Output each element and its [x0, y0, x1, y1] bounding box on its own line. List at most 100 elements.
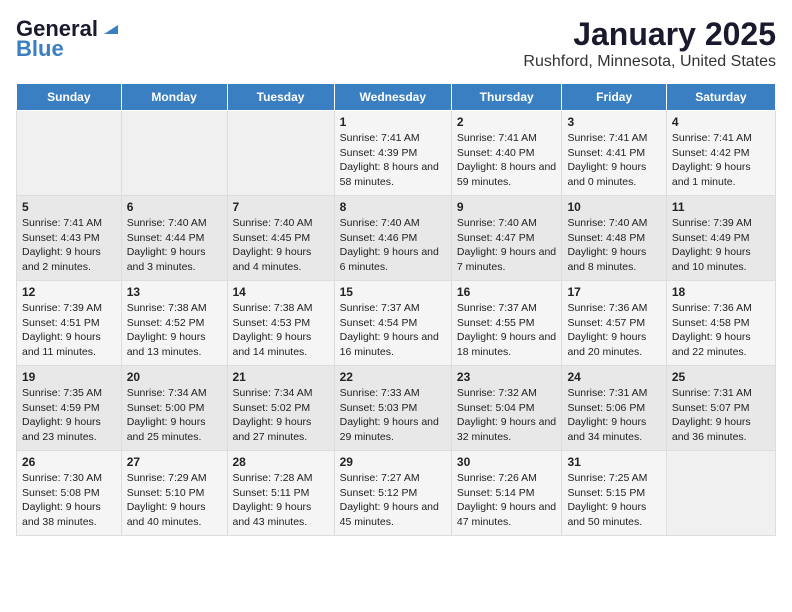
calendar-cell: 28 Sunrise: 7:28 AM Sunset: 5:11 PM Dayli… — [227, 451, 334, 536]
page-header: General Blue January 2025 Rushford, Minn… — [16, 16, 776, 71]
day-number: 20 — [127, 370, 222, 384]
day-info: Sunrise: 7:40 AM Sunset: 4:47 PM Dayligh… — [457, 216, 557, 275]
day-info: Sunrise: 7:39 AM Sunset: 4:49 PM Dayligh… — [672, 216, 770, 275]
day-info: Sunrise: 7:40 AM Sunset: 4:48 PM Dayligh… — [567, 216, 660, 275]
calendar-cell: 22 Sunrise: 7:33 AM Sunset: 5:03 PM Dayli… — [334, 366, 451, 451]
day-number: 9 — [457, 200, 557, 214]
calendar-cell: 18 Sunrise: 7:36 AM Sunset: 4:58 PM Dayli… — [666, 281, 775, 366]
calendar-cell: 24 Sunrise: 7:31 AM Sunset: 5:06 PM Dayli… — [562, 366, 666, 451]
day-info: Sunrise: 7:37 AM Sunset: 4:55 PM Dayligh… — [457, 301, 557, 360]
day-number: 6 — [127, 200, 222, 214]
day-info: Sunrise: 7:26 AM Sunset: 5:14 PM Dayligh… — [457, 471, 557, 530]
calendar-cell: 14Sunrise: 7:38 AM Sunset: 4:53 PM Dayli… — [227, 281, 334, 366]
calendar-cell — [17, 111, 122, 196]
day-number: 31 — [567, 455, 660, 469]
col-sunday: Sunday — [17, 84, 122, 111]
day-number: 3 — [567, 115, 660, 129]
day-info: Sunrise: 7:30 AM Sunset: 5:08 PM Dayligh… — [22, 471, 116, 530]
day-info: Sunrise: 7:37 AM Sunset: 4:54 PM Dayligh… — [340, 301, 446, 360]
day-info: Sunrise: 7:39 AM Sunset: 4:51 PM Dayligh… — [22, 301, 116, 360]
calendar-cell: 9 Sunrise: 7:40 AM Sunset: 4:47 PM Daylig… — [451, 196, 562, 281]
calendar-subtitle: Rushford, Minnesota, United States — [523, 53, 776, 71]
day-info: Sunrise: 7:38 AM Sunset: 4:52 PM Dayligh… — [127, 301, 222, 360]
calendar-table: Sunday Monday Tuesday Wednesday Thursday… — [16, 83, 776, 536]
calendar-cell: 30 Sunrise: 7:26 AM Sunset: 5:14 PM Dayli… — [451, 451, 562, 536]
calendar-cell: 6Sunrise: 7:40 AM Sunset: 4:44 PM Daylig… — [121, 196, 227, 281]
day-info: Sunrise: 7:29 AM Sunset: 5:10 PM Dayligh… — [127, 471, 222, 530]
day-number: 25 — [672, 370, 770, 384]
calendar-cell: 1Sunrise: 7:41 AM Sunset: 4:39 PM Daylig… — [334, 111, 451, 196]
day-number: 24 — [567, 370, 660, 384]
calendar-cell: 17 Sunrise: 7:36 AM Sunset: 4:57 PM Dayli… — [562, 281, 666, 366]
day-number: 21 — [233, 370, 329, 384]
day-info: Sunrise: 7:41 AM Sunset: 4:40 PM Dayligh… — [457, 131, 557, 190]
calendar-cell: 21Sunrise: 7:34 AM Sunset: 5:02 PM Dayli… — [227, 366, 334, 451]
day-number: 30 — [457, 455, 557, 469]
day-number: 13 — [127, 285, 222, 299]
day-number: 2 — [457, 115, 557, 129]
day-number: 18 — [672, 285, 770, 299]
calendar-cell: 15 Sunrise: 7:37 AM Sunset: 4:54 PM Dayli… — [334, 281, 451, 366]
calendar-cell: 2 Sunrise: 7:41 AM Sunset: 4:40 PM Daylig… — [451, 111, 562, 196]
day-number: 27 — [127, 455, 222, 469]
day-info: Sunrise: 7:33 AM Sunset: 5:03 PM Dayligh… — [340, 386, 446, 445]
day-info: Sunrise: 7:38 AM Sunset: 4:53 PM Dayligh… — [233, 301, 329, 360]
calendar-cell — [666, 451, 775, 536]
calendar-cell: 26 Sunrise: 7:30 AM Sunset: 5:08 PM Dayli… — [17, 451, 122, 536]
day-info: Sunrise: 7:31 AM Sunset: 5:07 PM Dayligh… — [672, 386, 770, 445]
calendar-header-row: Sunday Monday Tuesday Wednesday Thursday… — [17, 84, 776, 111]
calendar-week-row: 12Sunrise: 7:39 AM Sunset: 4:51 PM Dayli… — [17, 281, 776, 366]
calendar-cell: 11 Sunrise: 7:39 AM Sunset: 4:49 PM Dayli… — [666, 196, 775, 281]
day-info: Sunrise: 7:41 AM Sunset: 4:39 PM Dayligh… — [340, 131, 446, 190]
calendar-week-row: 5Sunrise: 7:41 AM Sunset: 4:43 PM Daylig… — [17, 196, 776, 281]
day-number: 28 — [233, 455, 329, 469]
col-wednesday: Wednesday — [334, 84, 451, 111]
day-number: 4 — [672, 115, 770, 129]
day-info: Sunrise: 7:34 AM Sunset: 5:00 PM Dayligh… — [127, 386, 222, 445]
day-number: 26 — [22, 455, 116, 469]
day-info: Sunrise: 7:41 AM Sunset: 4:42 PM Dayligh… — [672, 131, 770, 190]
calendar-cell — [121, 111, 227, 196]
col-saturday: Saturday — [666, 84, 775, 111]
col-thursday: Thursday — [451, 84, 562, 111]
day-info: Sunrise: 7:40 AM Sunset: 4:46 PM Dayligh… — [340, 216, 446, 275]
logo-text-blue: Blue — [16, 36, 64, 62]
calendar-cell: 31 Sunrise: 7:25 AM Sunset: 5:15 PM Dayli… — [562, 451, 666, 536]
calendar-title: January 2025 — [523, 16, 776, 53]
calendar-week-row: 19Sunrise: 7:35 AM Sunset: 4:59 PM Dayli… — [17, 366, 776, 451]
col-friday: Friday — [562, 84, 666, 111]
calendar-cell: 8Sunrise: 7:40 AM Sunset: 4:46 PM Daylig… — [334, 196, 451, 281]
day-number: 15 — [340, 285, 446, 299]
calendar-cell: 20 Sunrise: 7:34 AM Sunset: 5:00 PM Dayli… — [121, 366, 227, 451]
calendar-cell: 3 Sunrise: 7:41 AM Sunset: 4:41 PM Daylig… — [562, 111, 666, 196]
calendar-cell: 16 Sunrise: 7:37 AM Sunset: 4:55 PM Dayli… — [451, 281, 562, 366]
calendar-week-row: 1Sunrise: 7:41 AM Sunset: 4:39 PM Daylig… — [17, 111, 776, 196]
day-info: Sunrise: 7:32 AM Sunset: 5:04 PM Dayligh… — [457, 386, 557, 445]
calendar-cell: 12Sunrise: 7:39 AM Sunset: 4:51 PM Dayli… — [17, 281, 122, 366]
calendar-cell: 27 Sunrise: 7:29 AM Sunset: 5:10 PM Dayli… — [121, 451, 227, 536]
day-number: 17 — [567, 285, 660, 299]
calendar-cell: 29Sunrise: 7:27 AM Sunset: 5:12 PM Dayli… — [334, 451, 451, 536]
day-info: Sunrise: 7:36 AM Sunset: 4:58 PM Dayligh… — [672, 301, 770, 360]
day-number: 16 — [457, 285, 557, 299]
day-info: Sunrise: 7:40 AM Sunset: 4:45 PM Dayligh… — [233, 216, 329, 275]
day-info: Sunrise: 7:36 AM Sunset: 4:57 PM Dayligh… — [567, 301, 660, 360]
day-number: 7 — [233, 200, 329, 214]
col-tuesday: Tuesday — [227, 84, 334, 111]
day-number: 22 — [340, 370, 446, 384]
day-info: Sunrise: 7:25 AM Sunset: 5:15 PM Dayligh… — [567, 471, 660, 530]
day-info: Sunrise: 7:31 AM Sunset: 5:06 PM Dayligh… — [567, 386, 660, 445]
day-info: Sunrise: 7:41 AM Sunset: 4:43 PM Dayligh… — [22, 216, 116, 275]
calendar-cell: 5Sunrise: 7:41 AM Sunset: 4:43 PM Daylig… — [17, 196, 122, 281]
col-monday: Monday — [121, 84, 227, 111]
day-number: 10 — [567, 200, 660, 214]
logo: General Blue — [16, 16, 122, 62]
calendar-cell: 7 Sunrise: 7:40 AM Sunset: 4:45 PM Daylig… — [227, 196, 334, 281]
day-info: Sunrise: 7:28 AM Sunset: 5:11 PM Dayligh… — [233, 471, 329, 530]
calendar-cell: 13 Sunrise: 7:38 AM Sunset: 4:52 PM Dayli… — [121, 281, 227, 366]
logo-arrow-icon — [100, 16, 122, 38]
day-number: 11 — [672, 200, 770, 214]
calendar-cell: 25 Sunrise: 7:31 AM Sunset: 5:07 PM Dayli… — [666, 366, 775, 451]
day-info: Sunrise: 7:41 AM Sunset: 4:41 PM Dayligh… — [567, 131, 660, 190]
day-info: Sunrise: 7:35 AM Sunset: 4:59 PM Dayligh… — [22, 386, 116, 445]
